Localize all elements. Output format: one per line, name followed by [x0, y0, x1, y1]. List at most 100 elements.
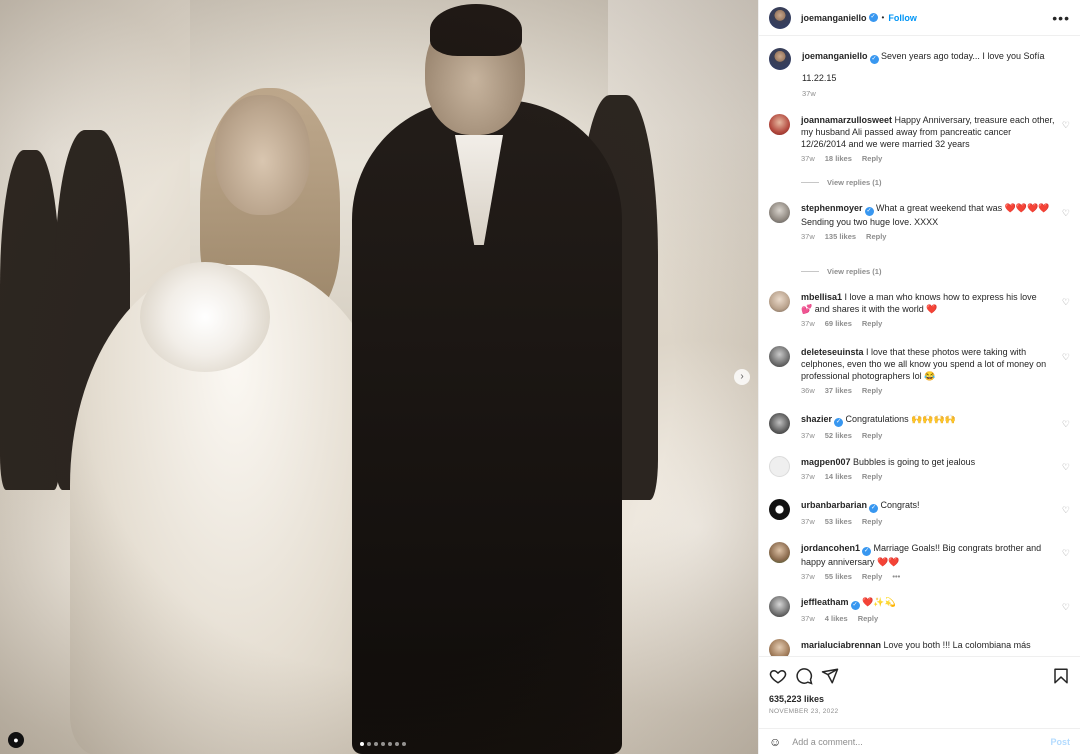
caption-username[interactable]: joemanganiello	[802, 51, 868, 61]
comment-likes[interactable]: 53 likes	[825, 516, 852, 528]
post-comment-button[interactable]: Post	[1050, 737, 1070, 747]
commenter-avatar[interactable]	[769, 114, 790, 135]
comment-item: marialuciabrennan Love you both !!! La c…	[769, 639, 1072, 656]
comment-username[interactable]: jeffleatham	[801, 597, 849, 607]
commenter-avatar[interactable]	[769, 202, 790, 223]
post-date: NOVEMBER 23, 2022	[769, 708, 839, 715]
comment-text: Love you both !!! La colombiana más	[883, 640, 1031, 650]
post-photo[interactable]: › ●	[0, 0, 758, 754]
verified-badge-icon: ✓	[864, 207, 874, 216]
comment-username[interactable]: stephenmoyer	[801, 203, 863, 213]
comment-text-line2: Sending you two huge love. XXXX	[801, 217, 939, 227]
comment-age: 37w	[801, 614, 815, 623]
reply-button[interactable]: Reply	[858, 613, 878, 625]
reply-button[interactable]: Reply	[862, 385, 882, 397]
small-heart-icon[interactable]: ♡	[1062, 419, 1070, 430]
small-heart-icon[interactable]: ♡	[1062, 208, 1070, 219]
commenter-avatar[interactable]	[769, 456, 790, 477]
verified-badge-icon: ✓	[869, 55, 879, 64]
comment-text: Bubbles is going to get jealous	[853, 457, 976, 467]
chevron-right-icon[interactable]: ›	[734, 369, 750, 385]
comment-age: 36w	[801, 386, 815, 395]
verified-badge-icon: ✓	[850, 601, 860, 610]
likes-count[interactable]: 635,223 likes	[769, 694, 824, 704]
send-icon[interactable]	[821, 667, 839, 685]
reply-button[interactable]: Reply	[862, 571, 882, 583]
comment-username[interactable]: mbellisa1	[801, 292, 842, 302]
comment-username[interactable]: shazier	[801, 414, 832, 424]
comment-username[interactable]: marialuciabrennan	[801, 640, 881, 650]
comment-likes[interactable]: 52 likes	[825, 430, 852, 442]
reply-button[interactable]: Reply	[862, 471, 882, 483]
add-comment-input[interactable]	[792, 737, 1033, 747]
comment-likes[interactable]: 37 likes	[825, 385, 852, 397]
small-heart-icon[interactable]: ♡	[1062, 352, 1070, 363]
comment-age: 37w	[801, 472, 815, 481]
commenter-avatar[interactable]	[769, 596, 790, 617]
replies-line	[801, 182, 819, 183]
comment-likes[interactable]: 55 likes	[825, 571, 852, 583]
verified-badge-icon: ✓	[869, 504, 879, 513]
bookmark-icon[interactable]	[1052, 667, 1070, 685]
comment-username[interactable]: jordancohen1	[801, 543, 860, 553]
carousel-dot	[395, 742, 399, 746]
commenter-avatar[interactable]	[769, 291, 790, 312]
carousel-dot	[374, 742, 378, 746]
small-heart-icon[interactable]: ♡	[1062, 548, 1070, 559]
carousel-dot	[367, 742, 371, 746]
carousel-dot	[388, 742, 392, 746]
reply-button[interactable]: Reply	[862, 430, 882, 442]
comments-list[interactable]: joemanganiello ✓ Seven years ago today...…	[759, 36, 1080, 656]
comment-likes[interactable]: 69 likes	[825, 318, 852, 330]
view-replies-button[interactable]: View replies (1)	[801, 178, 881, 187]
comment-icon[interactable]	[795, 667, 813, 685]
comment-age: 37w	[801, 232, 815, 241]
comment-item: mbellisa1 I love a man who knows how to …	[769, 291, 1072, 330]
comment-likes[interactable]: 135 likes	[825, 231, 856, 243]
comment-likes[interactable]: 4 likes	[825, 613, 848, 625]
verified-badge-icon: ✓	[868, 13, 878, 22]
comment-item: stephenmoyer ✓ What a great weekend that …	[769, 202, 1072, 243]
comment-username[interactable]: joannamarzullosweet	[801, 115, 892, 125]
small-heart-icon[interactable]: ♡	[1062, 462, 1070, 473]
small-heart-icon[interactable]: ♡	[1062, 602, 1070, 613]
post-actions: 635,223 likes NOVEMBER 23, 2022 ☺ Post	[759, 656, 1080, 754]
emoji-icon[interactable]: ☺	[769, 735, 781, 749]
caption-age: 37w	[802, 89, 816, 98]
author-avatar[interactable]	[769, 48, 791, 70]
comment-text: Congrats!	[880, 500, 920, 510]
reply-button[interactable]: Reply	[862, 153, 882, 165]
post-header: joemanganiello ✓ • Follow •••	[759, 0, 1080, 36]
commenter-avatar[interactable]	[769, 413, 790, 434]
author-avatar[interactable]	[769, 6, 791, 29]
comment-likes[interactable]: 14 likes	[825, 471, 852, 483]
view-replies-label[interactable]: View replies (1)	[827, 267, 881, 276]
comment-username[interactable]: deleteseuinsta	[801, 347, 864, 357]
small-heart-icon[interactable]: ♡	[1062, 297, 1070, 308]
comment-age: 37w	[801, 319, 815, 328]
reply-button[interactable]: Reply	[862, 516, 882, 528]
commenter-avatar[interactable]	[769, 639, 790, 656]
view-replies-label[interactable]: View replies (1)	[827, 178, 881, 187]
small-heart-icon[interactable]: ♡	[1062, 120, 1070, 131]
more-options-icon[interactable]: •••	[1052, 10, 1070, 26]
user-tag-icon[interactable]: ●	[8, 732, 24, 748]
commenter-avatar[interactable]	[769, 499, 790, 520]
comment-item: magpen007 Bubbles is going to get jealou…	[769, 456, 1072, 483]
reply-button[interactable]: Reply	[862, 318, 882, 330]
author-username[interactable]: joemanganiello	[801, 13, 867, 23]
reply-button[interactable]: Reply	[866, 231, 886, 243]
comment-likes[interactable]: 18 likes	[825, 153, 852, 165]
commenter-avatar[interactable]	[769, 346, 790, 367]
follow-button[interactable]: Follow	[888, 13, 917, 23]
comment-item: jordancohen1 ✓ Marriage Goals!! Big congr…	[769, 542, 1072, 583]
carousel-dot	[402, 742, 406, 746]
comment-username[interactable]: urbanbarbarian	[801, 500, 867, 510]
view-replies-button[interactable]: View replies (1)	[801, 267, 881, 276]
comment-username[interactable]: magpen007	[801, 457, 851, 467]
comment-age: 37w	[801, 154, 815, 163]
heart-icon[interactable]	[769, 667, 787, 685]
commenter-avatar[interactable]	[769, 542, 790, 563]
small-heart-icon[interactable]: ♡	[1062, 505, 1070, 516]
comment-more-options[interactable]: •••	[892, 571, 900, 583]
